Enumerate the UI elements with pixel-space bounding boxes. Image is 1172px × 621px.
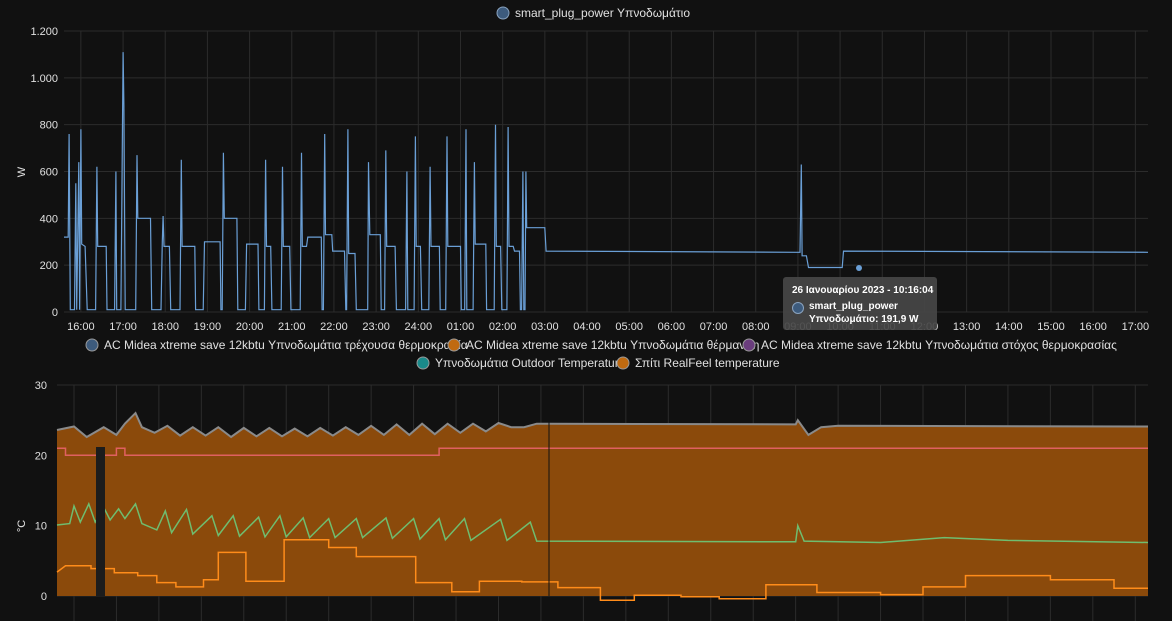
legend-swatch xyxy=(416,356,430,370)
heating-area xyxy=(57,413,1148,596)
temperature-y-tick: 0 xyxy=(41,591,47,603)
legend-label: Σπίτι RealFeel temperature xyxy=(635,356,780,370)
power-y-tick: 0 xyxy=(52,307,58,319)
legend-swatch xyxy=(616,356,630,370)
power-y-tick: 200 xyxy=(40,260,58,272)
power-x-tick: 02:00 xyxy=(489,321,517,333)
power-x-tick: 16:00 xyxy=(1079,321,1107,333)
temperature-chart-y-ticks: 0 10 20 30 xyxy=(35,380,47,603)
tooltip-date: 26 Ιανουαρίου 2023 - 10:16:04 xyxy=(792,285,934,296)
power-x-tick: 06:00 xyxy=(658,321,686,333)
temperature-y-tick: 30 xyxy=(35,380,47,392)
power-x-tick: 07:00 xyxy=(700,321,728,333)
legend-label: Υπνοδωμάτια Outdoor Temperature xyxy=(435,356,626,370)
power-y-tick: 600 xyxy=(40,167,58,179)
chart-canvas: 02004006008001.0001.200 16:00 17:00 18:00 1… xyxy=(16,6,1149,621)
power-x-tick: 13:00 xyxy=(953,321,981,333)
power-hover-marker xyxy=(856,265,862,271)
power-legend[interactable]: smart_plug_power Υπνοδωμάτιο xyxy=(496,6,690,20)
temperature-legend-item[interactable]: AC Midea xtreme save 12kbtu Υπνοδωμάτια … xyxy=(742,338,1117,352)
power-legend-swatch xyxy=(496,6,510,20)
power-legend-label: smart_plug_power Υπνοδωμάτιο xyxy=(515,6,690,20)
power-x-tick: 20:00 xyxy=(236,321,264,333)
legend-label: AC Midea xtreme save 12kbtu Υπνοδωμάτια … xyxy=(104,338,468,352)
temperature-legend-item[interactable]: AC Midea xtreme save 12kbtu Υπνοδωμάτια … xyxy=(85,338,468,352)
heating-off-gap xyxy=(96,447,105,596)
power-chart-y-ticks: 0 200 400 600 800 1.000 1.200 xyxy=(30,26,58,319)
power-x-tick: 16:00 xyxy=(67,321,95,333)
power-x-tick: 17:00 xyxy=(109,321,137,333)
power-series-line xyxy=(64,52,1149,311)
power-y-tick: 1.200 xyxy=(30,26,58,38)
power-chart-grid xyxy=(64,30,1148,313)
power-x-tick: 08:00 xyxy=(742,321,770,333)
power-x-tick: 15:00 xyxy=(1037,321,1065,333)
power-x-tick: 19:00 xyxy=(194,321,222,333)
temperature-legend[interactable]: AC Midea xtreme save 12kbtu Υπνοδωμάτια … xyxy=(85,338,1117,370)
power-x-tick: 23:00 xyxy=(362,321,390,333)
power-x-tick: 22:00 xyxy=(320,321,348,333)
legend-swatch xyxy=(742,338,756,352)
temperature-y-axis-label: °C xyxy=(16,520,28,532)
legend-swatch xyxy=(447,338,461,352)
temperature-legend-item[interactable]: Σπίτι RealFeel temperature xyxy=(616,356,780,370)
tooltip-value: Υπνοδωμάτιο: 191,9 W xyxy=(809,314,919,325)
power-x-tick: 01:00 xyxy=(447,321,475,333)
power-y-axis-label: W xyxy=(16,166,28,177)
temperature-y-tick: 10 xyxy=(35,521,47,533)
power-x-tick: 21:00 xyxy=(278,321,306,333)
power-chart-x-ticks: 16:00 17:00 18:00 19:00 20:00 21:00 22:00 23:00… xyxy=(67,321,1149,333)
power-x-tick: 24:00 xyxy=(405,321,433,333)
power-x-tick: 14:00 xyxy=(995,321,1023,333)
power-y-tick: 800 xyxy=(40,120,58,132)
temperature-y-tick: 20 xyxy=(35,450,47,462)
power-x-tick: 03:00 xyxy=(531,321,559,333)
tooltip-swatch xyxy=(792,302,804,314)
power-y-tick: 400 xyxy=(40,213,58,225)
power-y-tick: 1.000 xyxy=(30,73,58,85)
legend-label: AC Midea xtreme save 12kbtu Υπνοδωμάτια … xyxy=(761,338,1117,352)
power-x-tick: 04:00 xyxy=(573,321,601,333)
power-x-tick: 17:00 xyxy=(1122,321,1150,333)
temperature-legend-item[interactable]: AC Midea xtreme save 12kbtu Υπνοδωμάτια … xyxy=(447,338,759,352)
legend-swatch xyxy=(85,338,99,352)
power-x-tick: 18:00 xyxy=(151,321,179,333)
temperature-legend-item[interactable]: Υπνοδωμάτια Outdoor Temperature xyxy=(416,356,626,370)
tooltip-series: smart_plug_power xyxy=(809,301,898,312)
hover-tooltip: 26 Ιανουαρίου 2023 - 10:16:04 smart_plug… xyxy=(783,277,937,330)
power-x-tick: 05:00 xyxy=(615,321,643,333)
legend-label: AC Midea xtreme save 12kbtu Υπνοδωμάτια … xyxy=(466,338,759,352)
